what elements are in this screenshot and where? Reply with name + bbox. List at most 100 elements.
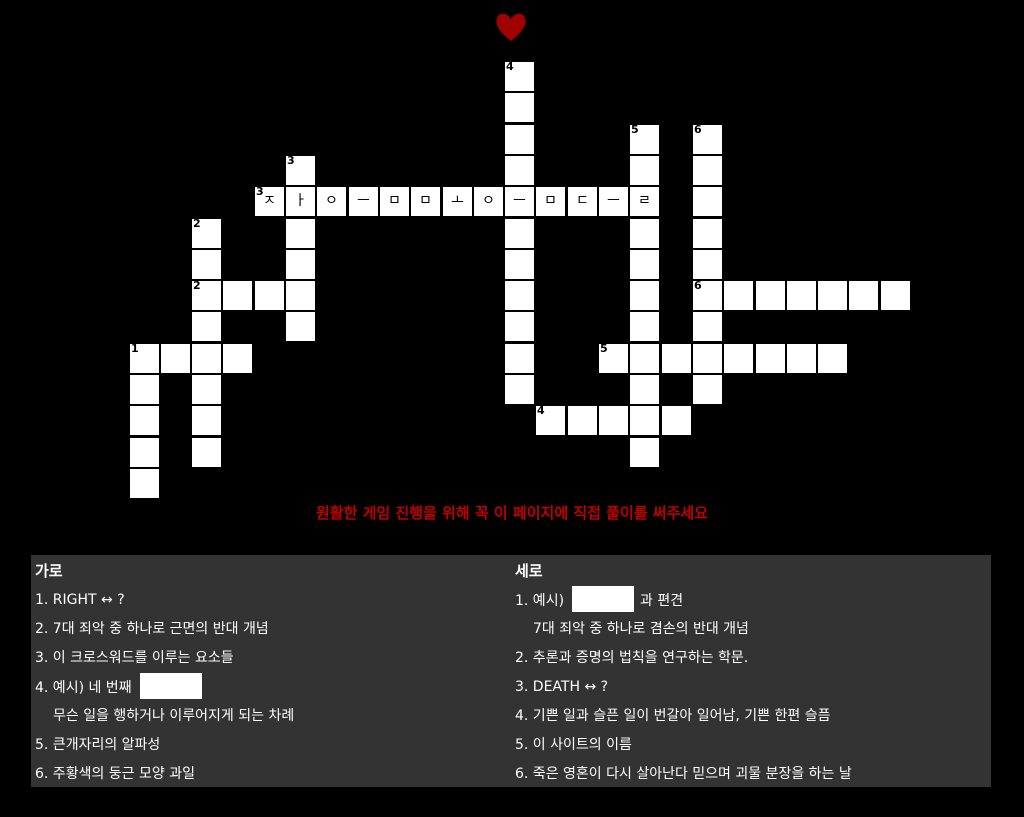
crossword-cell[interactable]: 3 [286, 155, 315, 185]
crossword-cell[interactable] [599, 406, 628, 435]
crossword-cell[interactable] [630, 438, 659, 467]
crossword-cell[interactable] [255, 281, 284, 310]
crossword-cell[interactable] [630, 156, 659, 185]
cell-letter: ㅇ [482, 193, 495, 209]
crossword-cell[interactable] [161, 344, 190, 373]
crossword-cell[interactable]: ㅗ [443, 187, 472, 216]
crossword-cell[interactable] [630, 375, 659, 404]
crossword-cell[interactable] [724, 281, 753, 310]
crossword-cell[interactable] [630, 219, 659, 248]
crossword-cell[interactable]: 2 [192, 218, 221, 248]
down-clue-5: 5. 이 사이트의 이름 [515, 737, 632, 753]
crossword-cell[interactable]: ㅁ [380, 187, 409, 216]
crossword-cell[interactable] [505, 219, 534, 248]
across-clues: 가로 1. RIGHT ↔ ? 2. 7대 죄악 중 하나로 근면의 반대 개념… [35, 561, 505, 793]
crossword-cell[interactable]: 2 [192, 279, 221, 310]
across-clue-6: 6. 주황색의 둥근 모양 과일 [35, 766, 195, 782]
crossword-cell[interactable] [130, 438, 159, 467]
crossword-cell[interactable] [568, 406, 597, 435]
crossword-cell[interactable]: ㅁ [411, 187, 440, 216]
crossword-cell[interactable] [223, 344, 252, 373]
crossword-cell[interactable] [724, 344, 753, 373]
crossword-cell[interactable]: ㅇ [317, 187, 346, 216]
down-clue-2: 2. 추론과 증명의 법칙을 연구하는 학문. [515, 650, 749, 666]
crossword-cell[interactable] [787, 344, 816, 373]
crossword-cell[interactable]: 1 [130, 343, 159, 373]
crossword-cell[interactable] [630, 312, 659, 341]
crossword-cell[interactable] [286, 312, 315, 341]
cell-letter: ㅇ [325, 193, 338, 209]
crossword-cell[interactable]: ㅇ [474, 187, 503, 216]
crossword-cell[interactable] [192, 406, 221, 435]
crossword-cell[interactable] [756, 281, 785, 310]
crossword-cell[interactable] [286, 281, 315, 310]
crossword-cell[interactable] [130, 469, 159, 498]
crossword-cell[interactable] [693, 312, 722, 341]
cell-letter: ㅁ [388, 193, 401, 209]
crossword-cell[interactable] [693, 187, 722, 216]
crossword-cell[interactable] [630, 344, 659, 373]
crossword-cell[interactable] [787, 281, 816, 310]
crossword-cell[interactable]: ㄷ [568, 187, 597, 216]
crossword-cell[interactable] [693, 219, 722, 248]
crossword-cell[interactable] [505, 375, 534, 404]
cell-number: 5 [631, 123, 639, 136]
crossword-cell[interactable] [130, 375, 159, 404]
crossword-cell[interactable] [505, 344, 534, 373]
crossword-cell[interactable] [505, 93, 534, 122]
crossword-cell[interactable]: 5 [630, 123, 659, 154]
crossword-cell[interactable] [693, 344, 722, 373]
crossword-cell[interactable]: 5 [599, 342, 628, 373]
down-clues: 세로 1. 예시) 과 편견 7대 죄악 중 하나로 겸손의 반대 개념 2. 추… [515, 561, 985, 793]
crossword-cell[interactable]: 3ㅈ [255, 186, 284, 216]
crossword-cell[interactable]: 4 [536, 405, 565, 435]
across-clue-1: 1. RIGHT ↔ ? [35, 592, 125, 608]
crossword-cell[interactable] [630, 281, 659, 310]
crossword-cell[interactable]: 6 [693, 280, 722, 310]
crossword-cell[interactable] [192, 312, 221, 341]
crossword-cell[interactable] [505, 156, 534, 185]
crossword-cell[interactable] [693, 250, 722, 279]
crossword-cell[interactable] [756, 344, 785, 373]
crossword-cell[interactable] [223, 281, 252, 310]
crossword-cell[interactable]: ㅁ [536, 187, 565, 216]
crossword-cell[interactable] [286, 219, 315, 248]
crossword-cell[interactable]: 4 [505, 61, 534, 91]
crossword-cell[interactable] [192, 375, 221, 404]
across-clue-5: 5. 큰개자리의 알파성 [35, 737, 161, 753]
crossword-cell[interactable] [881, 281, 910, 310]
across-heading: 가로 [35, 562, 63, 580]
cell-letter: ㄹ [638, 193, 651, 209]
crossword-cell[interactable] [818, 344, 847, 373]
down-clue-1: 1. 예시) 과 편견 [515, 586, 985, 619]
crossword-cell[interactable]: ㅡ [599, 187, 628, 216]
crossword-cell[interactable] [192, 344, 221, 373]
crossword-cell[interactable] [693, 375, 722, 404]
down-clue-1-suffix: 과 편견 [640, 593, 684, 609]
crossword-cell[interactable]: ㅡ [349, 187, 378, 216]
down-clue-3: 3. DEATH ↔ ? [515, 679, 609, 695]
crossword-cell[interactable] [130, 406, 159, 435]
crossword-cell[interactable] [849, 281, 878, 310]
crossword-cell[interactable] [192, 438, 221, 467]
crossword-cell[interactable]: ㄹ [630, 187, 659, 216]
crossword-cell[interactable] [505, 312, 534, 341]
cell-number: 2 [193, 279, 201, 292]
cell-number: 6 [694, 123, 702, 136]
crossword-cell[interactable] [505, 250, 534, 279]
crossword-cell[interactable]: ㅏ [286, 187, 315, 216]
crossword-cell[interactable] [286, 250, 315, 279]
crossword-cell[interactable] [192, 250, 221, 279]
crossword-cell[interactable] [662, 406, 691, 435]
crossword-cell[interactable]: ㅡ [505, 187, 534, 216]
cell-number: 5 [600, 342, 608, 355]
crossword-cell[interactable] [630, 406, 659, 435]
crossword-cell[interactable]: 6 [693, 123, 722, 154]
crossword-cell[interactable] [505, 125, 534, 154]
crossword-cell[interactable] [505, 281, 534, 310]
crossword-cell[interactable] [693, 156, 722, 185]
crossword-cell[interactable] [630, 250, 659, 279]
crossword-cell[interactable] [818, 281, 847, 310]
crossword-cell[interactable] [662, 344, 691, 373]
down-clue-6: 6. 죽은 영혼이 다시 살아난다 믿으며 괴물 분장을 하는 날 [515, 766, 852, 782]
